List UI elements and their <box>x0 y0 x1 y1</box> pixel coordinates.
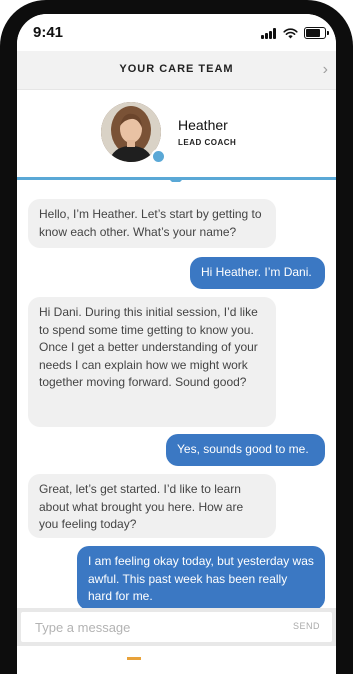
status-icons <box>261 26 329 40</box>
send-button[interactable]: SEND <box>293 621 320 631</box>
wifi-icon <box>283 27 298 38</box>
coach-name: Heather <box>178 117 228 133</box>
message-input[interactable] <box>21 612 285 642</box>
app-screen: 9:41 YOUR CARE TEAM › Heather LEAD COACH… <box>17 14 336 674</box>
chevron-right-icon[interactable]: › <box>323 62 328 78</box>
coach-profile: Heather LEAD COACH <box>17 90 336 178</box>
phone-frame: 9:41 YOUR CARE TEAM › Heather LEAD COACH… <box>0 0 353 674</box>
status-time: 9:41 <box>33 24 64 41</box>
header-title: YOUR CARE TEAM <box>119 63 234 75</box>
cellular-signal-icon <box>261 27 277 39</box>
outgoing-message: Yes, sounds good to me. <box>166 434 325 466</box>
care-team-header[interactable]: YOUR CARE TEAM › <box>17 51 336 90</box>
active-tab-indicator <box>127 657 141 660</box>
message-composer: SEND <box>17 608 336 646</box>
online-status-dot <box>151 149 166 164</box>
incoming-message: Great, let’s get started. I’d like to le… <box>28 474 276 538</box>
battery-icon <box>304 27 329 39</box>
status-bar: 9:41 <box>17 14 336 50</box>
chat-thread[interactable]: Hello, I’m Heather. Let’s start by getti… <box>17 182 336 610</box>
incoming-message: Hi Dani. During this initial session, I’… <box>28 297 276 427</box>
incoming-message: Hello, I’m Heather. Let’s start by getti… <box>28 199 276 248</box>
tab-bar <box>17 646 336 674</box>
outgoing-message: Hi Heather. I’m Dani. <box>190 257 325 289</box>
coach-role: LEAD COACH <box>178 138 237 147</box>
message-input-box: SEND <box>21 612 332 642</box>
outgoing-message: I am feeling okay today, but yesterday w… <box>77 546 325 610</box>
